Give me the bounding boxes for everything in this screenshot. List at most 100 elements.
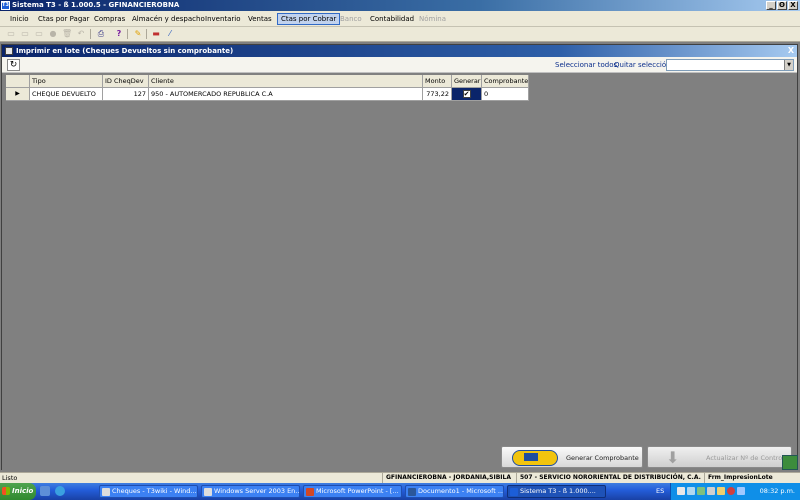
language-indicator[interactable]: ES: [656, 485, 664, 498]
printer-icon[interactable]: [707, 487, 715, 495]
col-header-comprobante[interactable]: Comprobante: [482, 75, 529, 88]
menu-compras[interactable]: Compras: [91, 15, 128, 23]
taskbar-item-label: Documento1 - Microsoft ...: [418, 487, 504, 495]
taskbar-item-label: Microsoft PowerPoint - [...: [316, 487, 399, 495]
app-title: Sistema T3 - ß 1.000.5 - GFINANCIEROBNA: [12, 1, 180, 9]
clear-selection-link[interactable]: Quitar selección: [614, 61, 671, 69]
restore-button[interactable]: ʘ: [777, 1, 787, 10]
tray-arrows-icon[interactable]: [677, 487, 685, 495]
main-toolbar: ▭ ▭ ▭ ● 🗑 ↶ ⎙ ? ✎ ▬ ⁄: [0, 27, 800, 42]
child-close-button[interactable]: X: [786, 46, 796, 55]
close-button[interactable]: X: [788, 1, 798, 10]
open-icon[interactable]: ▭: [20, 29, 30, 39]
select-all-link[interactable]: Seleccionar todos: [555, 61, 617, 69]
col-header-monto[interactable]: Monto: [423, 75, 452, 88]
save-icon[interactable]: ▭: [34, 29, 44, 39]
powerpoint-icon: [306, 488, 314, 496]
cell-cliente[interactable]: 950 - AUTOMERCADO REPUBLICA C.A: [149, 88, 423, 101]
print-icon[interactable]: ⎙: [96, 29, 106, 39]
generar-checkbox[interactable]: ✔: [462, 90, 471, 98]
app-title-bar: T3 Sistema T3 - ß 1.000.5 - GFINANCIEROB…: [0, 0, 800, 11]
status-indicator-icon: [782, 455, 798, 470]
taskbar-item[interactable]: Microsoft PowerPoint - [...: [303, 485, 402, 498]
browser-icon[interactable]: [55, 486, 65, 496]
action-bar: Generar Comprobante ⬇ Actualizar Nº de C…: [2, 445, 797, 471]
child-window-title: Imprimir en lote (Cheques Devueltos sin …: [16, 47, 234, 55]
cell-tipo[interactable]: CHEQUE DEVUELTO: [30, 88, 103, 101]
col-header-cliente[interactable]: Cliente: [149, 75, 423, 88]
taskbar-item-label: Windows Server 2003 En...: [214, 487, 300, 495]
card-chip-icon: [524, 453, 538, 461]
undo-icon[interactable]: ↶: [76, 29, 86, 39]
volume-icon[interactable]: [717, 487, 725, 495]
taskbar-item-active[interactable]: Sistema T3 - ß 1.000....: [507, 485, 606, 498]
chevron-down-icon[interactable]: ▼: [784, 60, 793, 70]
show-desktop-icon[interactable]: [40, 486, 50, 496]
generate-voucher-label: Generar Comprobante: [566, 454, 639, 462]
window-controls: _ ʘ X: [766, 1, 798, 10]
refresh-button[interactable]: ↻: [7, 59, 20, 71]
taskbar-item[interactable]: Windows Server 2003 En...: [201, 485, 300, 498]
tray-app-icon[interactable]: [697, 487, 705, 495]
toolbar-separator: [90, 29, 91, 39]
cell-comprobante[interactable]: 0: [482, 88, 529, 101]
status-text: Listo: [2, 474, 18, 482]
pencil-icon[interactable]: ✎: [133, 29, 143, 39]
menu-nomina[interactable]: Nómina: [416, 15, 449, 23]
col-header-generar[interactable]: Generar: [452, 75, 482, 88]
menu-ctas-por-pagar[interactable]: Ctas por Pagar: [35, 15, 92, 23]
child-toolbar: ↻ Seleccionar todos Quitar selección ▼: [2, 57, 797, 73]
cell-id[interactable]: 127: [103, 88, 149, 101]
new-icon[interactable]: ▭: [6, 29, 16, 39]
menu-ctas-por-cobrar[interactable]: Ctas por Cobrar: [277, 13, 341, 25]
help-icon[interactable]: ?: [114, 29, 124, 39]
col-header-tipo[interactable]: Tipo: [30, 75, 103, 88]
toolbar-separator: [146, 29, 147, 39]
taskbar-item-label: Cheques - T3wiki - Wind...: [112, 487, 197, 495]
child-title-bar: Imprimir en lote (Cheques Devueltos sin …: [2, 45, 797, 57]
window-icon: [5, 47, 13, 55]
taskbar-item[interactable]: Documento1 - Microsoft ...: [405, 485, 504, 498]
word-icon: [408, 488, 416, 496]
menu-contabilidad[interactable]: Contabilidad: [367, 15, 417, 23]
menu-inventario[interactable]: Inventario: [202, 15, 244, 23]
messenger-icon[interactable]: [737, 487, 745, 495]
browser-icon: [102, 488, 110, 496]
start-button[interactable]: Inicio: [0, 483, 36, 500]
cell-monto[interactable]: 773,22: [423, 88, 452, 101]
status-bar: Listo GFINANCIEROBNA - JORDANIA,SIBILA 5…: [0, 472, 800, 484]
row-header-corner: [6, 75, 30, 88]
system-tray: 08:32 p.m.: [670, 483, 800, 500]
network-icon[interactable]: [687, 487, 695, 495]
menu-ventas[interactable]: Ventas: [245, 15, 275, 23]
batch-print-window: Imprimir en lote (Cheques Devueltos sin …: [1, 44, 798, 471]
generate-voucher-button[interactable]: Generar Comprobante: [501, 446, 643, 468]
minimize-button[interactable]: _: [766, 1, 776, 10]
app-logo-icon: T3: [1, 1, 10, 10]
arrow-down-icon: ⬇: [666, 448, 680, 467]
server-icon: [204, 488, 212, 496]
taskbar-item-label: Sistema T3 - ß 1.000....: [520, 487, 596, 495]
toolbar-separator: [127, 29, 128, 39]
menu-bar: Inicio Ctas por Pagar Compras Almacén y …: [0, 11, 800, 27]
row-indicator[interactable]: ▶: [6, 88, 30, 101]
menu-inicio[interactable]: Inicio: [7, 15, 32, 23]
menu-banco[interactable]: Banco: [337, 15, 365, 23]
cell-generar[interactable]: ✔: [452, 88, 482, 101]
record-icon[interactable]: ●: [48, 29, 58, 39]
windows-logo-icon: [2, 487, 10, 495]
taskbar-item[interactable]: Cheques - T3wiki - Wind...: [99, 485, 198, 498]
delete-icon[interactable]: 🗑: [62, 29, 72, 39]
start-label: Inicio: [12, 487, 34, 495]
menu-almacen-despacho[interactable]: Almacén y despacho: [129, 15, 208, 23]
col-header-id[interactable]: ID CheqDev: [103, 75, 149, 88]
wand-icon[interactable]: ⁄: [165, 29, 175, 39]
update-control-number-button[interactable]: ⬇ Actualizar Nº de Control: [647, 446, 792, 468]
lote-dropdown[interactable]: ▼: [666, 59, 794, 71]
os-taskbar: Inicio Cheques - T3wiki - Wind... Window…: [0, 483, 800, 500]
update-control-number-label: Actualizar Nº de Control: [706, 454, 784, 462]
security-icon[interactable]: [727, 487, 735, 495]
taskbar-clock[interactable]: 08:32 p.m.: [760, 485, 795, 498]
minus-icon[interactable]: ▬: [151, 29, 161, 39]
app-logo-icon: [510, 488, 518, 496]
